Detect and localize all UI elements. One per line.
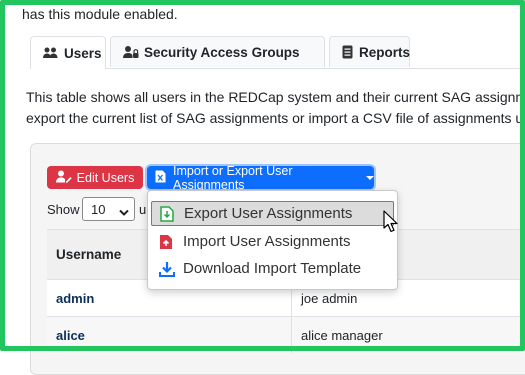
file-import-icon: [159, 234, 175, 250]
show-label: Show: [47, 202, 80, 217]
file-export-icon: [160, 205, 176, 222]
import-export-dropdown-button[interactable]: Import or Export User Assignments: [147, 163, 374, 192]
users-icon: [43, 46, 58, 60]
description: This table shows all users in the REDCap…: [26, 87, 525, 129]
description-line-1: This table shows all users in the REDCap…: [26, 89, 525, 105]
entries-per-page-select[interactable]: 10: [82, 197, 135, 221]
mouse-pointer-icon: [383, 210, 399, 239]
menu-item-export-user-assignments[interactable]: Export User Assignments: [151, 201, 394, 226]
intro-text: has this module enabled.: [22, 6, 178, 22]
menu-item-import-user-assignments[interactable]: Import User Assignments: [151, 229, 394, 254]
menu-item-label: Import User Assignments: [183, 233, 351, 250]
tab-security-access-groups-label: Security Access Groups: [144, 44, 300, 60]
menu-item-label: Download Import Template: [183, 260, 362, 277]
edit-users-label: Edit Users: [76, 170, 135, 185]
caret-down-icon: [366, 175, 374, 180]
download-icon: [159, 261, 175, 277]
tab-reports-label: Reports: [359, 44, 411, 60]
tab-users[interactable]: Users: [30, 36, 106, 69]
entries-label: u: [139, 202, 147, 217]
tab-reports[interactable]: Reports: [329, 36, 410, 67]
tab-bar: Users Security Access Groups Reports: [30, 36, 525, 69]
full-name-cell: alice manager: [301, 327, 383, 343]
chevron-down-icon: [119, 205, 129, 220]
import-export-dropdown-menu: Export User Assignments Import User Assi…: [147, 190, 398, 290]
entries-per-page-value: 10: [91, 201, 106, 217]
tab-security-access-groups[interactable]: Security Access Groups: [110, 36, 325, 67]
user-edit-icon: [55, 170, 72, 186]
report-icon: [342, 45, 353, 59]
table-row: alice alice manager: [47, 316, 525, 353]
user-lock-icon: [123, 45, 139, 59]
menu-item-label: Export User Assignments: [184, 205, 353, 222]
username-cell[interactable]: alice: [47, 317, 292, 353]
import-export-label: Import or Export User Assignments: [173, 163, 293, 192]
menu-item-download-import-template[interactable]: Download Import Template: [151, 256, 394, 281]
tab-users-label: Users: [64, 45, 102, 61]
file-excel-icon: [155, 170, 166, 186]
description-line-2: export the current list of SAG assignmen…: [26, 110, 524, 126]
edit-users-button[interactable]: Edit Users: [47, 166, 143, 189]
